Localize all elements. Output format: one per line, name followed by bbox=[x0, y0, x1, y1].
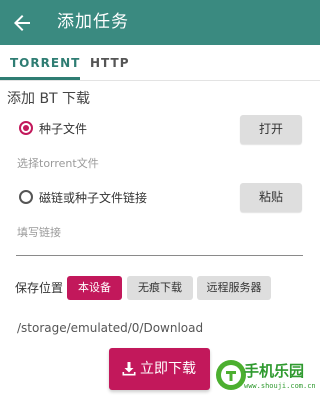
torrent-file-radio[interactable] bbox=[19, 121, 33, 135]
paste-button[interactable]: 粘贴 bbox=[240, 183, 302, 212]
watermark-url: www.shouji.com.cn bbox=[244, 382, 316, 390]
page-title: 添加任务 bbox=[57, 12, 129, 32]
save-location-label: 保存位置 bbox=[15, 281, 64, 295]
tab-http[interactable]: HTTP bbox=[90, 54, 129, 72]
download-now-button[interactable]: 立即下载 bbox=[109, 348, 210, 390]
watermark: 手机乐园 www.shouji.com.cn bbox=[214, 358, 316, 398]
tab-torrent[interactable]: TORRENT bbox=[10, 54, 80, 72]
tab-bar: TORRENT HTTP bbox=[0, 45, 320, 81]
torrent-file-label[interactable]: 种子文件 bbox=[39, 121, 87, 137]
watermark-text: 手机乐园 bbox=[244, 362, 305, 380]
link-input[interactable]: 填写链接 bbox=[17, 225, 61, 240]
magnet-link-radio[interactable] bbox=[19, 190, 33, 204]
torrent-file-hint: 选择torrent文件 bbox=[17, 157, 99, 170]
open-button[interactable]: 打开 bbox=[240, 115, 302, 144]
section-title: 添加 BT 下载 bbox=[7, 91, 91, 107]
arrow-left-icon[interactable] bbox=[10, 11, 34, 35]
divider bbox=[0, 80, 320, 81]
download-now-label: 立即下载 bbox=[140, 361, 196, 377]
save-path: /storage/emulated/0/Download bbox=[17, 321, 204, 335]
app-bar: 添加任务 bbox=[0, 0, 320, 45]
save-option-remote[interactable]: 远程服务器 bbox=[197, 276, 271, 300]
link-input-underline bbox=[16, 255, 303, 256]
magnet-link-label[interactable]: 磁链或种子文件链接 bbox=[39, 190, 147, 206]
save-option-private[interactable]: 无痕下载 bbox=[127, 276, 193, 300]
download-icon bbox=[122, 362, 136, 376]
watermark-logo-icon bbox=[216, 360, 246, 390]
save-option-device[interactable]: 本设备 bbox=[67, 276, 122, 300]
